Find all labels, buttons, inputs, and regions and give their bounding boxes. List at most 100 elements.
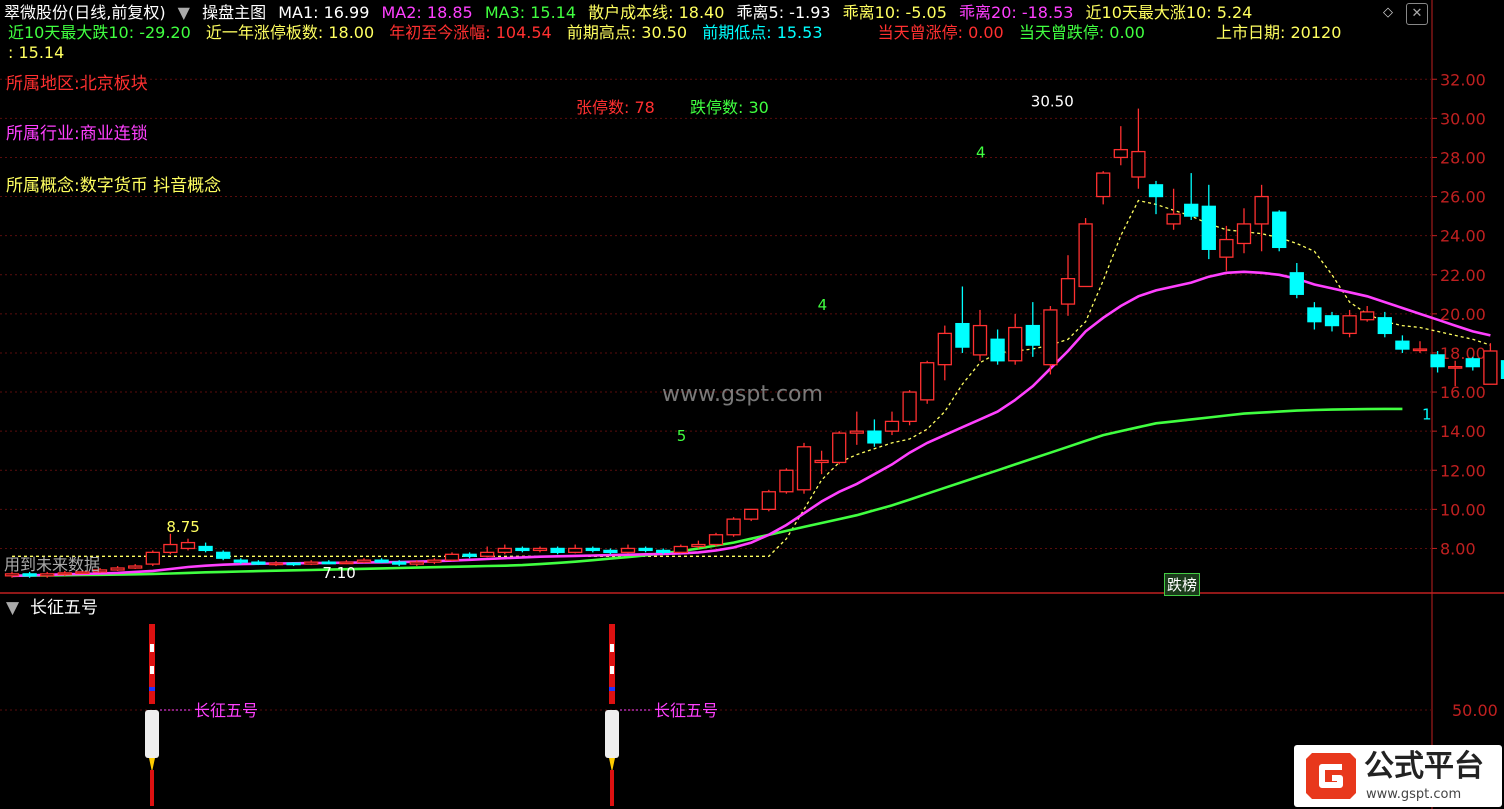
candle-body <box>145 551 160 565</box>
candle <box>796 442 812 494</box>
candle-body <box>814 459 829 464</box>
candle-body <box>620 547 636 554</box>
candle <box>990 329 1005 365</box>
candle <box>920 360 935 404</box>
candle-body <box>1166 213 1181 225</box>
future-data-note: 用到未来数据 <box>4 555 101 574</box>
candle-body <box>1131 150 1146 178</box>
candle <box>849 411 864 445</box>
rocket-top <box>149 624 155 704</box>
candle-body <box>40 573 55 577</box>
candle <box>1377 311 1392 338</box>
candle <box>638 546 653 553</box>
candle <box>1465 356 1480 371</box>
tick-label: 24.00 <box>1440 227 1486 246</box>
rocket-stripe <box>150 644 154 652</box>
rocket-stripe <box>610 644 614 652</box>
candle <box>128 564 143 569</box>
candle-body <box>515 547 530 552</box>
candle <box>1272 210 1287 252</box>
candle <box>761 489 776 512</box>
candle <box>1324 311 1340 332</box>
candle <box>515 546 530 553</box>
candle-body <box>163 543 178 554</box>
candle-body <box>937 332 952 366</box>
peak-label: 30.50 <box>1031 93 1074 111</box>
candle-body <box>656 549 671 554</box>
candle-body <box>884 420 900 432</box>
tick-label: 22.00 <box>1440 266 1486 285</box>
candle-body <box>673 545 688 554</box>
candle-body <box>374 559 389 563</box>
candle <box>867 419 882 447</box>
watermark: www.gspt.com <box>662 382 823 407</box>
rocket-flame <box>609 758 615 772</box>
candle-body <box>1201 205 1216 250</box>
ma2-line <box>11 270 1491 578</box>
logo-name: 公式平台 <box>1364 749 1484 784</box>
sub-axis-value: 50.00 <box>1452 701 1498 720</box>
rocket-body <box>145 710 159 758</box>
candle <box>427 558 442 565</box>
sub-panel-title: 长征五号 <box>30 598 98 618</box>
candle <box>1289 263 1304 299</box>
candle-body <box>1272 211 1287 249</box>
candle <box>1395 335 1410 353</box>
candle <box>268 561 284 567</box>
candle <box>1483 343 1498 385</box>
candle-body <box>691 543 706 548</box>
candle-body <box>1324 315 1340 327</box>
candle <box>1096 171 1111 205</box>
candle-body <box>902 391 917 423</box>
logo-url: www.gspt.com <box>1366 787 1462 802</box>
candle-body <box>1254 195 1269 225</box>
candle-body <box>744 508 759 520</box>
candle <box>180 538 196 551</box>
candle <box>1078 218 1093 288</box>
candle-body <box>233 559 248 563</box>
candle-body <box>1289 272 1304 295</box>
candle-body <box>550 547 565 554</box>
candle <box>356 558 372 564</box>
candle-body <box>1096 172 1111 198</box>
candle-body <box>180 541 196 550</box>
candle <box>286 562 301 567</box>
candle <box>1307 302 1322 330</box>
rocket-stripe <box>150 666 154 674</box>
candle-body <box>920 362 935 401</box>
candle <box>462 552 477 559</box>
candle <box>145 550 160 567</box>
candle <box>1060 255 1076 316</box>
candle-body <box>1307 307 1322 323</box>
candle-body <box>427 559 442 563</box>
rocket-band <box>149 687 155 691</box>
candle-body <box>304 561 319 565</box>
candle-body <box>1043 309 1058 366</box>
candle <box>832 431 847 465</box>
count-5-label: 5 <box>677 427 687 445</box>
candle <box>972 309 988 361</box>
candle <box>374 558 389 564</box>
sub-panel-toggle-icon[interactable]: ▼ <box>6 598 19 618</box>
candle-body <box>1060 278 1076 305</box>
candle-body <box>568 547 583 554</box>
candle-body <box>1008 326 1023 362</box>
rocket-exhaust <box>150 770 154 806</box>
candle <box>620 544 636 554</box>
rocket-top <box>609 624 615 704</box>
candle-body <box>444 553 460 561</box>
candle-body <box>972 324 988 356</box>
drop-ranking-tag[interactable]: 跌榜 <box>1164 573 1201 596</box>
candle-body <box>462 553 477 557</box>
tick-label: 14.00 <box>1440 422 1486 441</box>
candle <box>444 552 460 562</box>
candle <box>603 548 618 555</box>
candle-body <box>585 547 600 552</box>
candle-body <box>867 430 882 444</box>
candle-body <box>480 551 495 557</box>
count-4-label: 4 <box>818 296 828 314</box>
candle-body <box>1395 340 1410 350</box>
candle-body <box>955 322 970 348</box>
candle-body <box>392 561 407 565</box>
candle <box>568 544 583 554</box>
